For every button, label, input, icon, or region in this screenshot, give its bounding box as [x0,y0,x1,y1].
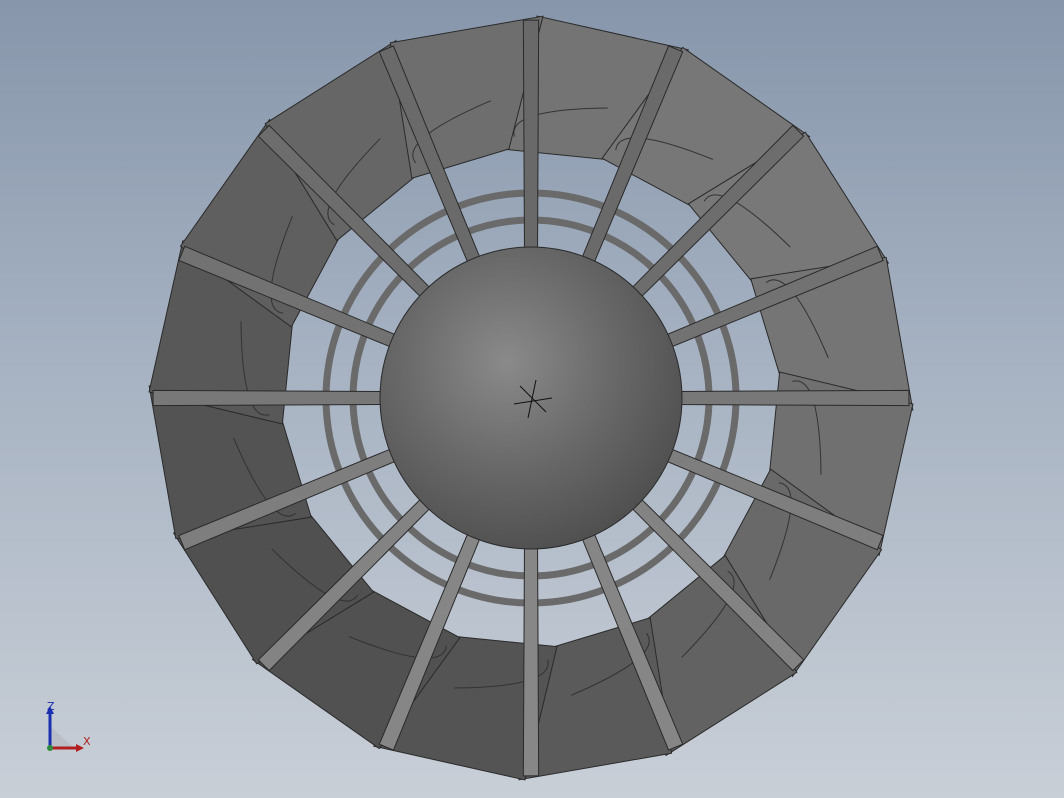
hub-dome[interactable] [379,246,683,550]
radial-rib [522,542,540,777]
fan-impeller-model[interactable] [0,0,1064,798]
axis-z-label: Z [47,700,55,713]
3d-viewport[interactable]: Z X [0,0,1064,798]
radial-rib [152,389,387,407]
axis-x-label: X [83,735,91,748]
radial-rib [675,389,910,407]
radial-rib [522,19,540,254]
